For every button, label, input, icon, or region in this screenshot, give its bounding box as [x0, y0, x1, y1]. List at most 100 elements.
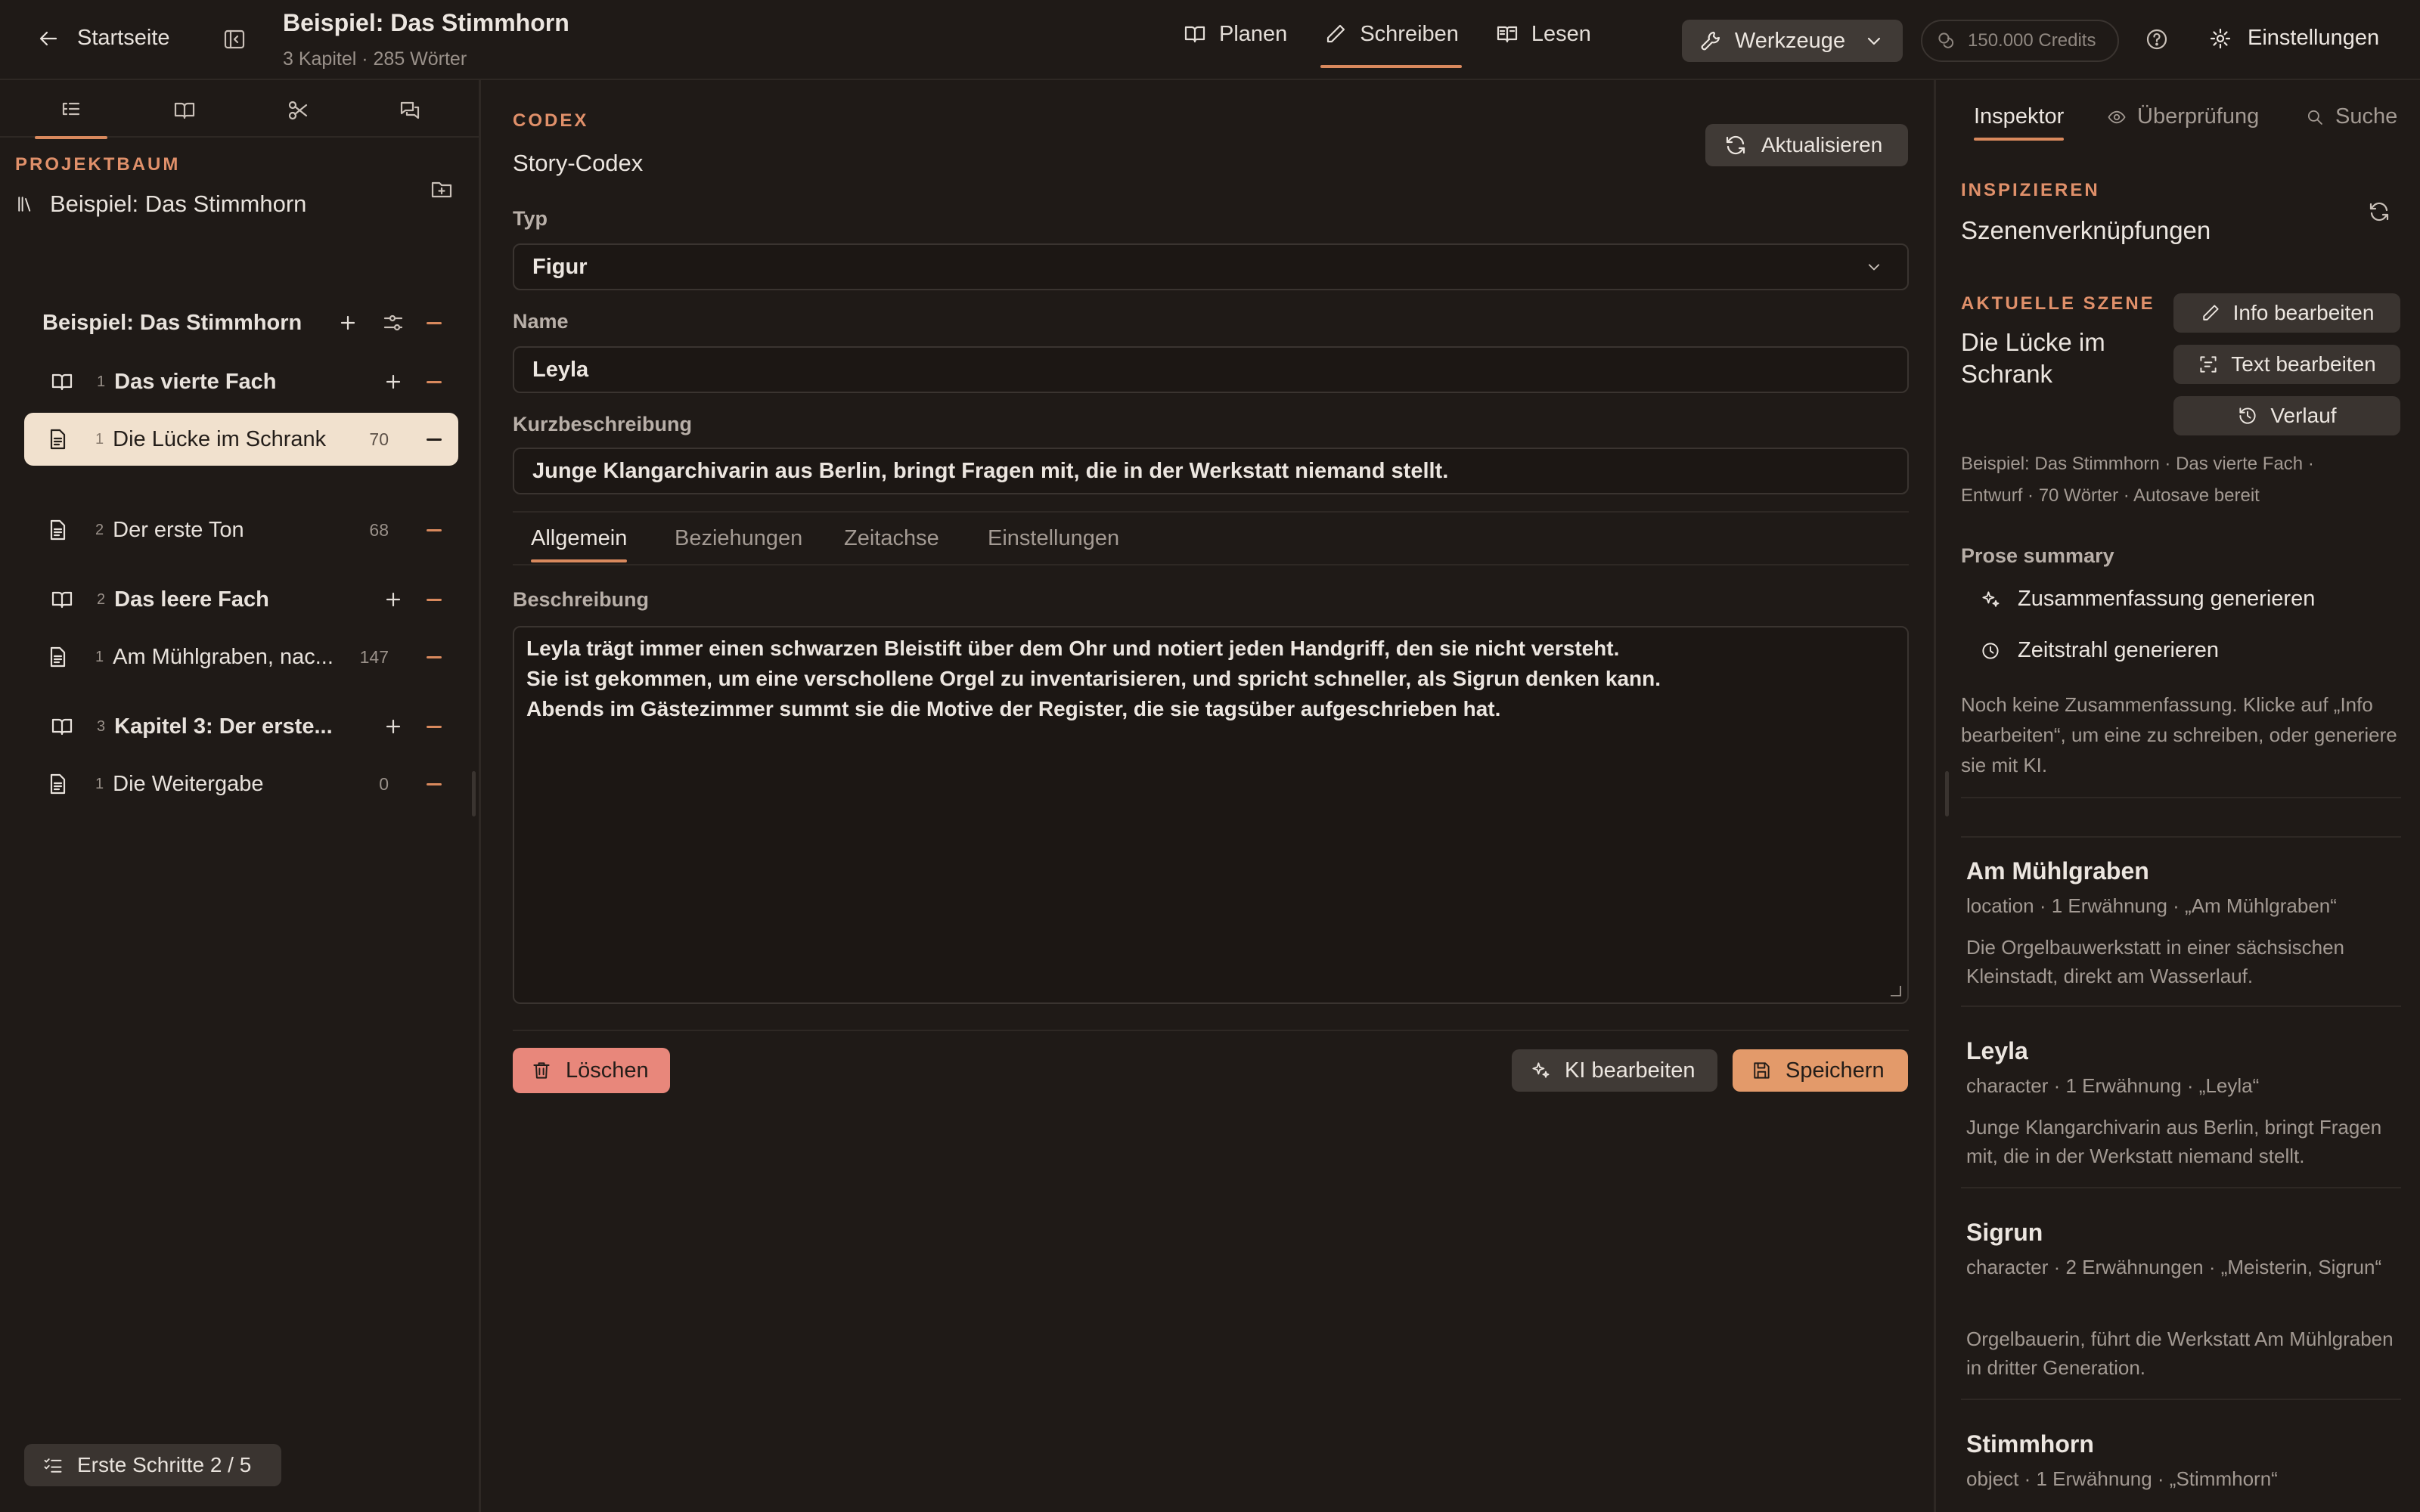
scene-row[interactable]: 2 Der erste Ton 68	[24, 503, 458, 556]
collapse-icon[interactable]	[427, 725, 442, 728]
tab-search[interactable]: Suche	[2305, 104, 2397, 129]
scene-title: Der erste Ton	[113, 517, 244, 542]
save-button[interactable]: Speichern	[1733, 1049, 1908, 1092]
edit-text-button[interactable]: Text bearbeiten	[2173, 345, 2400, 384]
file-text-icon	[50, 429, 66, 450]
remove-icon[interactable]	[427, 655, 442, 658]
tab-settings[interactable]: Einstellungen	[988, 526, 1119, 551]
entity-meta: location · 1 Erwähnung · „Am Mühlgraben“	[1966, 894, 2337, 917]
entity-desc: Die Orgelbauwerkstatt in einer sächsisch…	[1966, 936, 2345, 987]
book-open-icon	[174, 102, 195, 119]
type-select[interactable]: Figur	[513, 243, 1909, 290]
short-desc-input[interactable]: Junge Klangarchivarin aus Berlin, bringt…	[513, 448, 1909, 494]
chapter-row[interactable]: 1 Das vierte Fach	[24, 355, 458, 408]
clock-icon	[1982, 642, 1999, 659]
entity-title[interactable]: Am Mühlgraben	[1966, 857, 2149, 885]
scene-title: Die Lücke im Schrank	[113, 426, 327, 451]
scene-title: Die Weitergabe	[113, 771, 264, 796]
divider	[1961, 797, 2401, 798]
list-tree-icon	[62, 102, 80, 116]
toggle-sidebar-button[interactable]	[222, 27, 247, 51]
delete-button[interactable]: Löschen	[513, 1048, 670, 1093]
name-input[interactable]: Leyla	[513, 346, 1909, 393]
scene-row[interactable]: 1 Die Weitergabe 0	[24, 758, 458, 810]
resize-grip-icon[interactable]	[1891, 986, 1901, 996]
tab-relations[interactable]: Beziehungen	[675, 526, 802, 551]
scene-meta-line: Entwurf · 70 Wörter · Autosave bereit	[1961, 485, 2260, 506]
tab-inspector[interactable]: Inspektor	[1974, 104, 2065, 141]
generate-summary-button[interactable]: Zusammenfassung generieren	[1980, 587, 2315, 612]
coins-icon	[1938, 33, 1954, 48]
nav-plan[interactable]: Planen	[1165, 0, 1305, 68]
tab-tree[interactable]	[35, 98, 107, 139]
plus-icon[interactable]	[381, 370, 405, 394]
chapter-row[interactable]: 3 Kapitel 3: Der erste...	[24, 700, 458, 753]
scene-word-count: 147	[359, 646, 389, 667]
tab-review[interactable]: Überprüfung	[2107, 104, 2259, 129]
mode-nav: Planen Schreiben Lesen	[1165, 0, 1609, 80]
tools-label: Werkzeuge	[1734, 28, 1846, 53]
description-line: Abends im Gästezimmer summt sie die Moti…	[526, 697, 1501, 720]
back-home-link[interactable]: Startseite	[36, 26, 170, 51]
onboarding-label: Erste Schritte 2 / 5	[77, 1453, 252, 1476]
list-checks-icon	[44, 1458, 62, 1473]
ai-edit-button[interactable]: KI bearbeiten	[1512, 1049, 1717, 1092]
reload-button[interactable]	[2367, 200, 2391, 224]
scene-number: 1	[95, 648, 104, 665]
collapse-icon[interactable]	[427, 380, 442, 383]
remove-icon[interactable]	[427, 528, 442, 531]
tools-dropdown[interactable]: Werkzeuge	[1682, 20, 1903, 62]
help-button[interactable]	[2145, 27, 2169, 51]
plus-icon[interactable]	[381, 714, 405, 739]
sliders-icon[interactable]	[381, 311, 405, 335]
scene-title: Am Mühlgraben, nac...	[113, 644, 334, 669]
book-open-icon	[51, 591, 73, 609]
plus-icon[interactable]	[336, 311, 360, 335]
nav-plan-label: Planen	[1219, 21, 1288, 46]
edit-info-button[interactable]: Info bearbeiten	[2173, 293, 2400, 333]
chapter-title: Das vierte Fach	[114, 369, 277, 394]
entity-title[interactable]: Sigrun	[1966, 1219, 2043, 1247]
generate-timeline-button[interactable]: Zeitstrahl generieren	[1980, 638, 2219, 663]
new-folder-button[interactable]	[430, 177, 454, 201]
collapse-icon[interactable]	[427, 598, 442, 601]
trash-icon	[533, 1062, 550, 1079]
tab-scissors[interactable]	[286, 98, 310, 122]
ai-edit-label: KI bearbeiten	[1565, 1058, 1696, 1083]
entity-title[interactable]: Leyla	[1966, 1037, 2028, 1065]
refresh-button[interactable]: Aktualisieren	[1705, 124, 1908, 166]
project-name[interactable]: Beispiel: Das Stimmhorn	[15, 191, 306, 218]
edit-text-label: Text bearbeiten	[2231, 352, 2376, 376]
settings-label: Einstellungen	[2248, 26, 2380, 50]
chapter-number: 1	[97, 373, 106, 390]
entity-title[interactable]: Stimmhorn	[1966, 1430, 2094, 1458]
eye-icon	[2108, 110, 2126, 123]
credits-badge[interactable]: 150.000 Credits	[1921, 20, 2119, 62]
arrow-left-icon	[39, 31, 57, 45]
nav-write-label: Schreiben	[1360, 21, 1459, 46]
nav-write[interactable]: Schreiben	[1305, 0, 1477, 68]
tab-timeline[interactable]: Zeitachse	[844, 526, 939, 551]
tab-general[interactable]: Allgemein	[531, 526, 628, 562]
tree-root[interactable]: Beispiel: Das Stimmhorn	[42, 296, 458, 349]
collapse-icon[interactable]	[427, 321, 442, 324]
tab-chat[interactable]	[398, 98, 422, 122]
scene-meta-line: Beispiel: Das Stimmhorn · Das vierte Fac…	[1961, 454, 2314, 474]
type-value: Figur	[532, 254, 588, 279]
onboarding-button[interactable]: Erste Schritte 2 / 5	[24, 1444, 281, 1486]
refresh-icon	[2369, 202, 2389, 222]
description-textarea[interactable]: Leyla trägt immer einen schwarzen Bleist…	[513, 626, 1909, 1004]
entity-meta: object · 1 Erwähnung · „Stimmhorn“	[1966, 1467, 2278, 1490]
plus-icon[interactable]	[381, 587, 405, 612]
history-button[interactable]: Verlauf	[2173, 396, 2400, 435]
scene-row[interactable]: 1 Die Lücke im Schrank 70	[24, 413, 458, 466]
settings-button[interactable]: Einstellungen	[2208, 26, 2379, 51]
nav-read[interactable]: Lesen	[1477, 0, 1609, 68]
chapter-row[interactable]: 2 Das leere Fach	[24, 573, 458, 626]
tab-book[interactable]	[172, 98, 197, 122]
remove-icon[interactable]	[427, 782, 442, 785]
left-resize-handle[interactable]	[472, 771, 476, 816]
scene-row[interactable]: 1 Am Mühlgraben, nac... 147	[24, 631, 458, 683]
chapter-number: 3	[97, 717, 106, 735]
remove-icon[interactable]	[427, 438, 442, 441]
